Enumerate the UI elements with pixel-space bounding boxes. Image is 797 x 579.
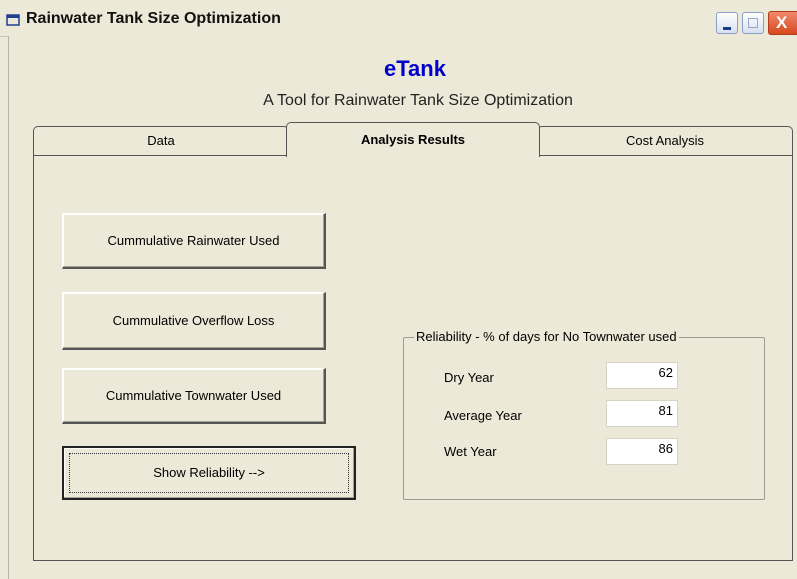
tab-analysis-results[interactable]: Analysis Results [286, 122, 540, 157]
tab-data[interactable]: Data [33, 126, 289, 156]
app-icon[interactable] [6, 14, 20, 26]
cumulative-townwater-used-button[interactable]: Cummulative Townwater Used [62, 368, 326, 424]
close-icon: X [776, 13, 788, 32]
minimize-button[interactable] [716, 12, 738, 34]
title-bar: Rainwater Tank Size Optimization X [0, 0, 797, 37]
window-title: Rainwater Tank Size Optimization [26, 10, 281, 27]
minimize-icon [723, 27, 731, 30]
dry-year-value[interactable]: 62 [606, 362, 678, 389]
focus-rectangle [69, 453, 349, 493]
average-year-label: Average Year [444, 408, 522, 423]
wet-year-label: Wet Year [444, 444, 497, 459]
dry-year-label: Dry Year [444, 370, 494, 385]
maximize-icon [748, 18, 758, 28]
app-window: Rainwater Tank Size Optimization X eTank… [0, 0, 797, 579]
wet-year-value[interactable]: 86 [606, 438, 678, 465]
app-title: eTank [384, 56, 446, 81]
close-button[interactable]: X [768, 11, 797, 35]
reliability-group: Reliability - % of days for No Townwater… [403, 329, 765, 500]
maximize-button[interactable] [742, 12, 764, 34]
tab-join [287, 154, 539, 157]
cumulative-rainwater-used-button[interactable]: Cummulative Rainwater Used [62, 213, 326, 269]
cumulative-overflow-loss-button[interactable]: Cummulative Overflow Loss [62, 292, 326, 350]
reliability-legend: Reliability - % of days for No Townwater… [414, 329, 679, 344]
app-subtitle: A Tool for Rainwater Tank Size Optimizat… [263, 92, 573, 109]
average-year-value[interactable]: 81 [606, 400, 678, 427]
tab-cost-analysis[interactable]: Cost Analysis [537, 126, 793, 156]
show-reliability-button[interactable]: Show Reliability --> [62, 446, 356, 500]
